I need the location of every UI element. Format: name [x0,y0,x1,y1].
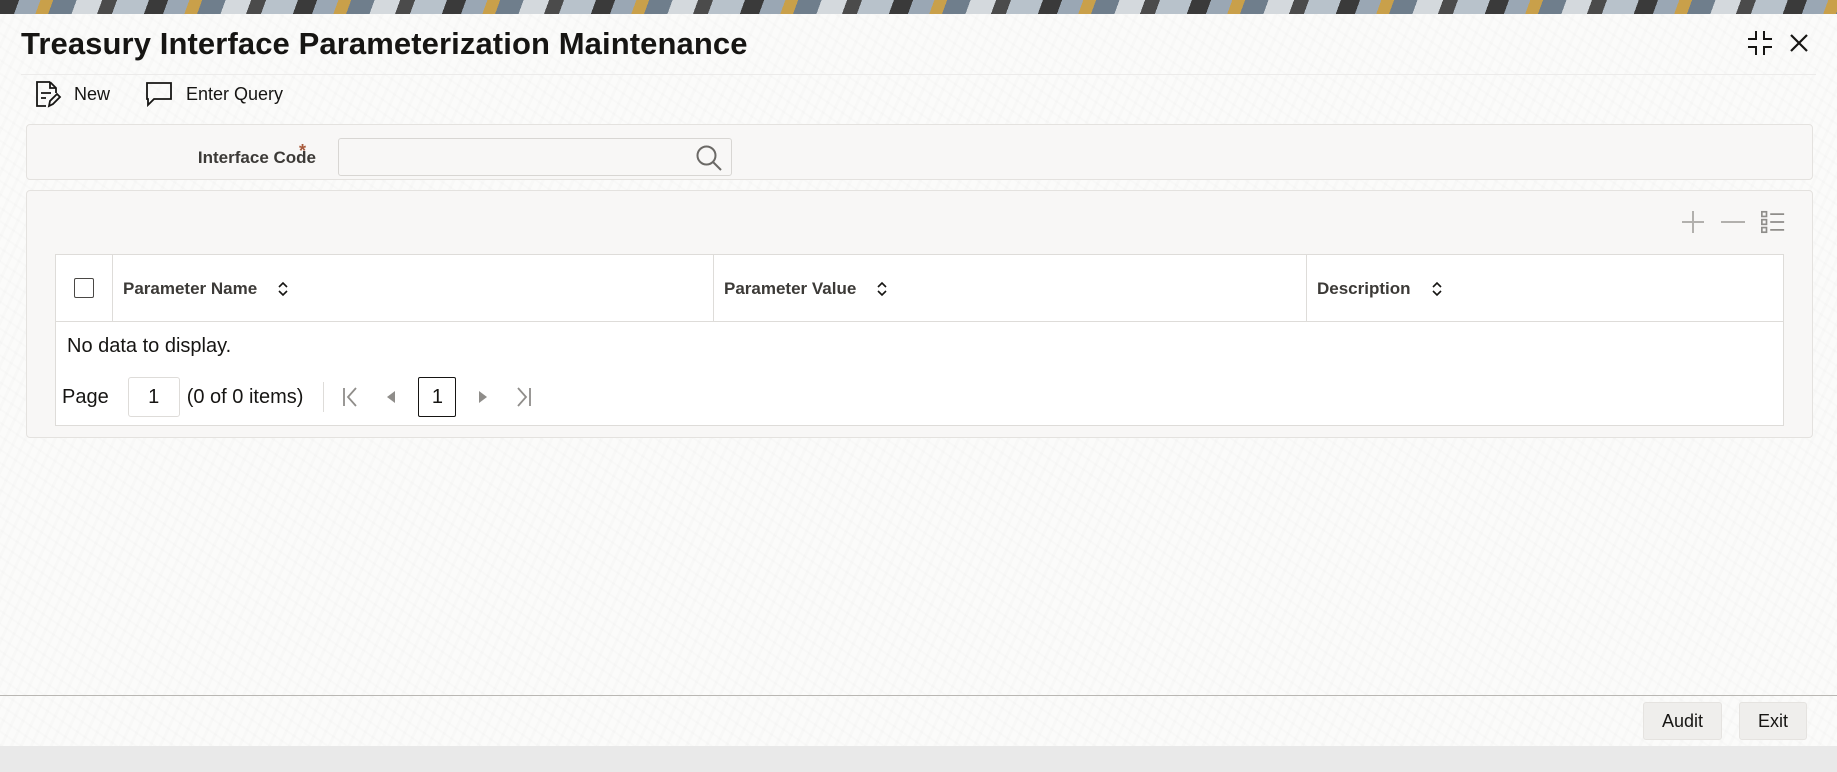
add-row-button[interactable] [1680,209,1706,235]
new-button[interactable]: New [32,79,110,109]
delete-row-button[interactable] [1720,209,1746,235]
maximize-button[interactable] [1745,28,1775,58]
page-label: Page [62,385,109,408]
parameter-table: Parameter Name Parameter Value Descripti… [55,254,1784,426]
column-header-parameter-name[interactable]: Parameter Name [123,255,289,322]
add-row-icon [1682,211,1704,233]
interface-code-label: Interface Code [197,148,316,167]
column-header-parameter-value[interactable]: Parameter Value [724,255,888,322]
sort-icon [877,281,887,296]
select-all-checkbox[interactable] [74,278,94,298]
grid-toolbar [1680,209,1786,235]
interface-code-input[interactable] [338,138,732,176]
close-icon [1790,34,1808,52]
first-page-icon [343,387,358,407]
maximize-icon [1748,31,1772,55]
close-button[interactable] [1784,28,1814,58]
table-header: Parameter Name Parameter Value Descripti… [56,255,1783,322]
new-label: New [74,83,111,104]
required-marker: * [299,141,307,161]
column-divider [112,255,113,322]
sort-icon [278,281,288,296]
column-header-description[interactable]: Description [1317,255,1443,322]
new-document-icon [36,81,62,108]
current-page-indicator[interactable]: 1 [418,377,457,417]
toolbar: New Enter Query [32,78,317,110]
parameter-grid-panel: Parameter Name Parameter Value Descripti… [26,190,1813,438]
audit-button[interactable]: Audit [1643,702,1723,740]
empty-table-message: No data to display. [67,335,232,357]
title-divider [21,74,1816,75]
page-number-input[interactable] [127,377,180,417]
interface-code-search-button[interactable] [695,144,723,172]
next-page-button[interactable] [470,384,496,410]
enter-query-button[interactable]: Enter Query [144,80,283,108]
exit-button[interactable]: Exit [1739,702,1808,740]
delete-row-icon [1721,221,1745,223]
first-page-button[interactable] [338,384,364,410]
last-page-button[interactable] [510,384,536,410]
decorative-header-band [0,0,1837,14]
items-summary: (0 of 0 items) [186,385,304,408]
single-record-view-button[interactable] [1760,209,1786,235]
enter-query-label: Enter Query [186,83,284,104]
parameter-name-header-label: Parameter Name [123,278,258,298]
pagination: Page (0 of 0 items) 1 [62,377,550,417]
description-header-label: Description [1317,278,1411,298]
maintenance-window: Treasury Interface Parameterization Main… [0,0,1837,746]
sort-icon [1431,281,1442,296]
footer-divider [0,695,1837,696]
previous-page-button[interactable] [378,384,404,410]
single-record-view-icon [1761,210,1785,234]
column-divider [1306,255,1307,322]
last-page-icon [517,387,532,407]
search-icon [696,145,722,171]
column-divider [713,255,714,322]
page-title: Treasury Interface Parameterization Main… [21,26,748,61]
header-form-panel: Interface Code * [26,124,1813,180]
enter-query-icon [146,82,172,108]
previous-page-icon [387,391,396,403]
parameter-value-header-label: Parameter Value [724,278,857,298]
next-page-icon [479,391,488,403]
pager-divider [323,382,325,412]
